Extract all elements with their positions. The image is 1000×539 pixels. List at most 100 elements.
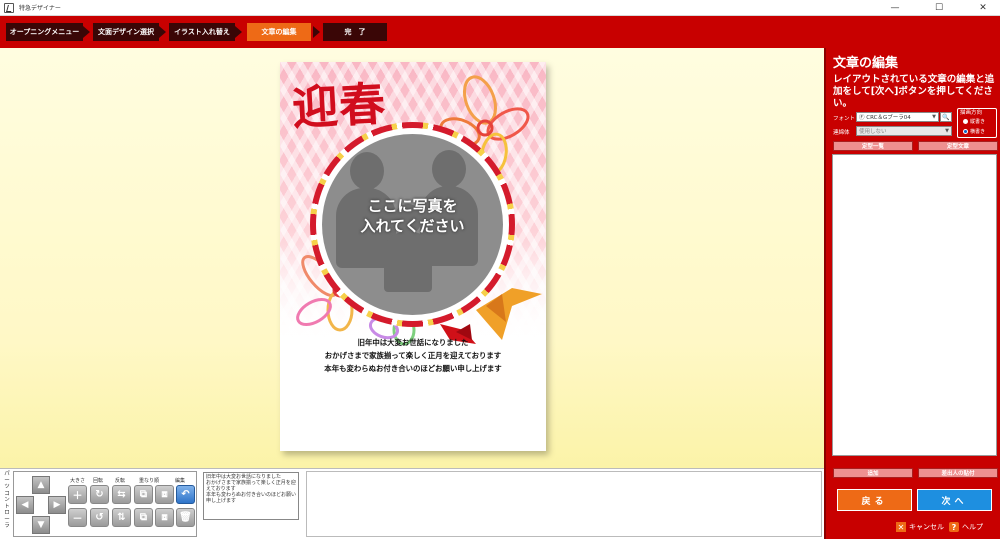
rotate-cw-icon: ↻ (95, 489, 104, 500)
radio-selected-icon (963, 129, 968, 134)
size-label: 大きさ (70, 478, 86, 484)
paste-sender-button[interactable]: 差出人の貼付 (918, 468, 998, 478)
flip-horizontal-button[interactable]: ⇆ (112, 485, 131, 504)
fixed-text-button[interactable]: 定型文章 (918, 141, 998, 151)
orientation-group: 縦書き 横書き (957, 108, 997, 138)
text-item-list[interactable] (832, 154, 997, 456)
fixed-list-button[interactable]: 定型一覧 (833, 141, 913, 151)
arrow-down-icon: ▼ (37, 520, 45, 530)
move-up-button[interactable]: ▲ (32, 476, 50, 494)
design-canvas: 迎春 ここに写真を 入れてください 旧年中は大変お世話になりました おかげさまで… (0, 48, 824, 468)
help-label: ヘルプ (962, 523, 983, 531)
layer-back-icon: ⧈ (161, 512, 168, 523)
silhouette-head (432, 150, 466, 188)
arrow-right-icon: ▶ (53, 500, 61, 510)
flip-vertical-icon: ⇅ (117, 512, 126, 523)
minimize-button[interactable]: — (880, 0, 910, 16)
step-opening-menu[interactable]: オープニングメニュー (6, 23, 83, 41)
layer-front-icon: ⧈ (161, 489, 168, 500)
panel-title: 文章の編集 (833, 56, 899, 71)
chevron-down-icon: ▼ (932, 114, 936, 120)
shrink-button[interactable]: － (68, 508, 87, 527)
font-search-button[interactable]: 🔍 (940, 112, 952, 122)
app-icon (4, 2, 14, 13)
help-button[interactable]: ? ヘルプ (949, 522, 983, 532)
move-right-button[interactable]: ▶ (48, 496, 66, 514)
bring-forward-button[interactable]: ⧉ (134, 485, 153, 504)
bring-to-front-button[interactable]: ⧈ (155, 485, 174, 504)
arrow-up-icon: ▲ (37, 480, 45, 490)
photo-placeholder[interactable]: ここに写真を 入れてください (322, 134, 503, 315)
arrow-left-icon: ◀ (21, 500, 29, 510)
linked-style-select[interactable]: 使用しない ▼ (856, 126, 952, 136)
photo-instruction-line: ここに写真を (367, 197, 458, 215)
text-edit-box[interactable]: 旧年中は大変お世話になりました おかげさまで家族揃って楽しく正月を迎えております… (203, 472, 299, 520)
wizard-step-bar: オープニングメニュー 文面デザイン選択 イラスト入れ替え 文章の編集 完 了 (0, 16, 1000, 48)
photo-instruction: ここに写真を 入れてください (322, 196, 503, 236)
close-button[interactable]: ✕ (968, 0, 998, 16)
move-down-button[interactable]: ▼ (32, 516, 50, 534)
parts-controller-label: パーツコントローラ (4, 471, 10, 529)
radio-icon (963, 119, 968, 124)
greeting-line: おかげさまで家族揃って楽しく正月を迎えております (324, 351, 502, 360)
rotate-right-button[interactable]: ↻ (90, 485, 109, 504)
search-icon: 🔍 (942, 113, 950, 121)
silhouette-body (384, 232, 432, 292)
next-button[interactable]: 次へ (917, 489, 992, 511)
layer-down-icon: ⧉ (139, 512, 148, 523)
greeting-line: 旧年中は大変お世話になりました (357, 338, 469, 347)
help-icon: ? (949, 522, 959, 532)
step-complete[interactable]: 完 了 (323, 23, 387, 41)
font-label: フォント (833, 116, 856, 122)
window-title-bar: 特急デザイナー — ☐ ✕ (0, 0, 1000, 16)
enlarge-button[interactable]: ＋ (68, 485, 87, 504)
undo-button[interactable]: ↶ (176, 485, 195, 504)
add-text-button[interactable]: 追加 (833, 468, 913, 478)
trash-icon: 🗑 (179, 512, 192, 523)
horizontal-writing-label: 横書き (970, 129, 986, 135)
step-text-edit[interactable]: 文章の編集 (247, 23, 311, 41)
linked-style-value: 使用しない (859, 129, 887, 135)
font-select[interactable]: Ⓕ CRC＆Gブーラ04 ▼ (856, 112, 939, 122)
rotate-ccw-icon: ↺ (95, 512, 104, 523)
cancel-x-icon: ✕ (896, 522, 906, 532)
step-illustration-replace[interactable]: イラスト入れ替え (169, 23, 235, 41)
step-arrow-icon (235, 26, 242, 38)
edit-label: 編集 (175, 478, 186, 484)
undo-icon: ↶ (181, 489, 190, 500)
bottom-blank-area (306, 471, 822, 537)
horizontal-writing-radio[interactable]: 横書き (963, 128, 985, 135)
move-left-button[interactable]: ◀ (16, 496, 34, 514)
photo-instruction-line: 入れてください (360, 217, 465, 235)
flip-horizontal-icon: ⇆ (117, 489, 126, 500)
parts-controller-area: パーツコントローラ ▲ ◀ ▶ ▼ 大きさ 回転 反転 重なり順 編集 ＋ － … (0, 468, 824, 539)
step-design-select[interactable]: 文面デザイン選択 (93, 23, 159, 41)
font-select-value: Ⓕ CRC＆Gブーラ04 (859, 115, 911, 121)
cancel-button[interactable]: ✕ キャンセル (896, 522, 944, 532)
greeting-text[interactable]: 旧年中は大変お世話になりました おかげさまで家族揃って楽しく正月を迎えております… (280, 336, 546, 375)
layer-up-icon: ⧉ (139, 489, 148, 500)
silhouette-head (350, 152, 384, 190)
window-title: 特急デザイナー (19, 5, 61, 12)
step-arrow-icon (313, 26, 320, 38)
send-to-back-button[interactable]: ⧈ (155, 508, 174, 527)
cancel-label: キャンセル (909, 523, 944, 531)
vertical-writing-label: 縦書き (970, 119, 986, 125)
back-button[interactable]: 戻る (837, 489, 912, 511)
postcard-preview[interactable]: 迎春 ここに写真を 入れてください 旧年中は大変お世話になりました おかげさまで… (280, 62, 546, 451)
order-label: 重なり順 (139, 478, 160, 484)
minus-icon: － (72, 514, 83, 525)
flip-vertical-button[interactable]: ⇅ (112, 508, 131, 527)
greeting-line: 本年も変わらぬお付き合いのほどお願い申し上げます (324, 364, 502, 373)
step-arrow-icon (83, 26, 90, 38)
panel-description: レイアウトされている文章の編集と追加をして[次へ]ボタンを押してください。 (833, 74, 995, 109)
card-heading[interactable]: 迎春 (290, 68, 388, 139)
rotate-left-button[interactable]: ↺ (90, 508, 109, 527)
parts-controller: ▲ ◀ ▶ ▼ 大きさ 回転 反転 重なり順 編集 ＋ － ↻ ↺ ⇆ ⇅ ⧉ … (13, 471, 197, 537)
text-edit-panel: 文章の編集 レイアウトされている文章の編集と追加をして[次へ]ボタンを押してくだ… (824, 48, 1000, 539)
delete-button[interactable]: 🗑 (176, 508, 195, 527)
linked-style-label: 連綿体 (833, 130, 850, 136)
send-backward-button[interactable]: ⧉ (134, 508, 153, 527)
maximize-button[interactable]: ☐ (924, 0, 954, 16)
vertical-writing-radio[interactable]: 縦書き (963, 118, 985, 125)
